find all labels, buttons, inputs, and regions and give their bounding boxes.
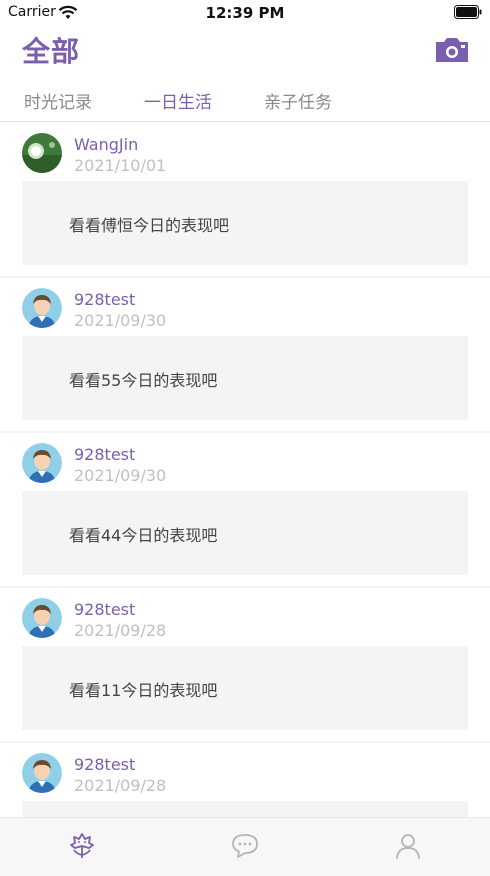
post-item: 928test 2021/09/30 看看44今日的表现吧 [0, 433, 490, 588]
post-item: 928test 2021/09/28 看看11今日的表现吧 [0, 588, 490, 743]
post-username[interactable]: 928test [74, 600, 135, 619]
post-username[interactable]: WangJin [74, 135, 138, 154]
post-item: 928test 2021/09/28 [0, 743, 490, 817]
boy-avatar-icon[interactable] [22, 753, 62, 793]
camera-icon[interactable] [434, 36, 470, 64]
status-bar: Carrier 12:39 PM [0, 0, 490, 26]
post-card[interactable]: 看看傅恒今日的表现吧 [22, 181, 468, 265]
post-card[interactable] [22, 801, 468, 817]
post-username[interactable]: 928test [74, 445, 135, 464]
tab-daily-life[interactable]: 一日生活 [144, 88, 212, 113]
post-text: 看看44今日的表现吧 [69, 526, 218, 545]
battery-icon [454, 5, 482, 19]
chat-icon[interactable] [229, 830, 261, 862]
post-card[interactable]: 看看44今日的表现吧 [22, 491, 468, 575]
dandelion-avatar-icon[interactable] [22, 133, 62, 173]
person-icon[interactable] [392, 830, 424, 862]
tab-time-records[interactable]: 时光记录 [24, 88, 92, 113]
post-date: 2021/09/30 [74, 466, 167, 485]
post-username[interactable]: 928test [74, 290, 135, 309]
status-time: 12:39 PM [205, 4, 285, 22]
post-date: 2021/10/01 [74, 156, 167, 175]
tab-parent-child-tasks[interactable]: 亲子任务 [264, 88, 332, 113]
post-date: 2021/09/28 [74, 621, 167, 640]
page-title: 全部 [22, 35, 81, 68]
boy-avatar-icon[interactable] [22, 288, 62, 328]
post-date: 2021/09/28 [74, 776, 167, 795]
header: 全部 [0, 26, 490, 72]
boy-avatar-icon[interactable] [22, 443, 62, 483]
boy-avatar-icon[interactable] [22, 598, 62, 638]
post-text: 看看55今日的表现吧 [69, 371, 218, 390]
post-feed[interactable]: WangJin 2021/10/01 看看傅恒今日的表现吧 928test 20… [0, 123, 490, 817]
post-card[interactable]: 看看11今日的表现吧 [22, 646, 468, 730]
post-item: WangJin 2021/10/01 看看傅恒今日的表现吧 [0, 123, 490, 278]
flower-icon[interactable] [66, 830, 98, 862]
bottom-tab-bar [0, 817, 490, 876]
post-date: 2021/09/30 [74, 311, 167, 330]
post-text: 看看11今日的表现吧 [69, 681, 218, 700]
post-text: 看看傅恒今日的表现吧 [69, 216, 230, 235]
post-username[interactable]: 928test [74, 755, 135, 774]
segment-tabs: 时光记录 一日生活 亲子任务 [0, 82, 490, 122]
post-item: 928test 2021/09/30 看看55今日的表现吧 [0, 278, 490, 433]
post-card[interactable]: 看看55今日的表现吧 [22, 336, 468, 420]
